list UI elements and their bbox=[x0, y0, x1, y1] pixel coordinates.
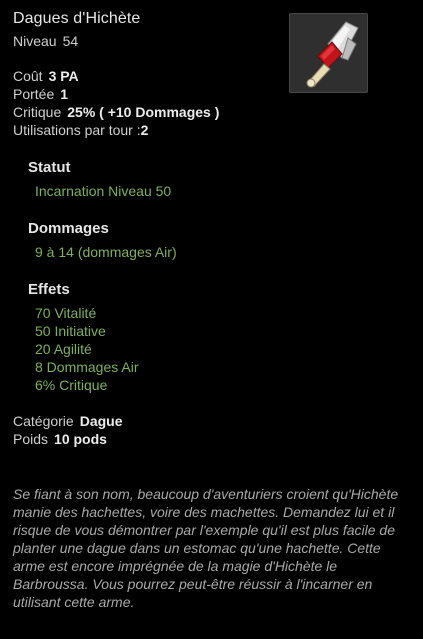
stat-critical: Critique 25% ( +10 Dommages ) bbox=[13, 104, 219, 120]
item-level: Niveau 54 bbox=[13, 33, 78, 49]
cost-value: 3 PA bbox=[48, 68, 79, 84]
critical-label: Critique bbox=[13, 104, 62, 120]
effect-line: 6% Critique bbox=[35, 377, 108, 393]
damage-heading: Dommages bbox=[28, 220, 109, 237]
item-tooltip: Dagues d'Hichète Niveau 54 Coût 3 PA Porté… bbox=[0, 0, 423, 639]
dagger-icon bbox=[306, 21, 359, 88]
weight-value: 10 pods bbox=[54, 431, 107, 447]
effects-heading: Effets bbox=[28, 281, 70, 298]
effect-line: 50 Initiative bbox=[35, 323, 106, 339]
level-label: Niveau bbox=[13, 33, 57, 49]
status-heading: Statut bbox=[28, 159, 71, 176]
item-category: Catégorie Dague bbox=[13, 413, 123, 429]
item-thumbnail bbox=[289, 13, 368, 93]
uses-value: 2 bbox=[140, 122, 149, 138]
category-value: Dague bbox=[79, 413, 123, 429]
range-label: Portée bbox=[13, 86, 55, 102]
effect-line: 8 Dommages Air bbox=[35, 359, 139, 375]
cost-label: Coût bbox=[13, 68, 43, 84]
range-value: 1 bbox=[60, 86, 69, 102]
category-label: Catégorie bbox=[13, 413, 74, 429]
stat-range: Portée 1 bbox=[13, 86, 68, 102]
uses-label: Utilisations par tour : bbox=[13, 122, 141, 138]
item-description: Se fiant à son nom, beaucoup d'aventurie… bbox=[13, 486, 399, 610]
effect-line: 70 Vitalité bbox=[35, 305, 97, 321]
stat-cost: Coût 3 PA bbox=[13, 68, 79, 84]
item-weight: Poids 10 pods bbox=[13, 431, 107, 447]
damage-line: 9 à 14 (dommages Air) bbox=[35, 244, 177, 260]
effect-line: 20 Agilité bbox=[35, 341, 92, 357]
level-value: 54 bbox=[62, 33, 79, 49]
status-line: Incarnation Niveau 50 bbox=[35, 183, 172, 199]
critical-value: 25% ( +10 Dommages ) bbox=[67, 104, 220, 120]
stat-uses-per-turn: Utilisations par tour :2 bbox=[13, 122, 148, 138]
item-name: Dagues d'Hichète bbox=[13, 10, 141, 27]
weight-label: Poids bbox=[13, 431, 49, 447]
